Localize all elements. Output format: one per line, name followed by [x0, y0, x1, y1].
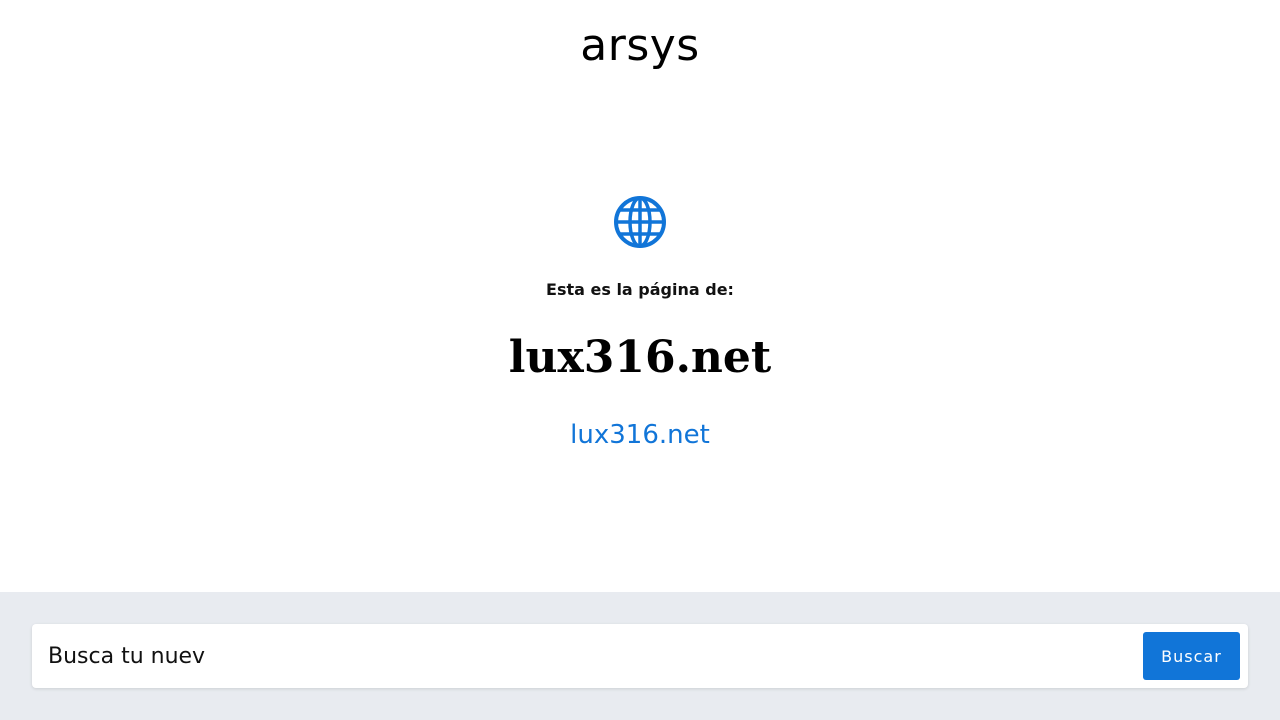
intro-text: Esta es la página de: — [546, 280, 734, 299]
globe-icon — [614, 196, 666, 248]
search-box: Buscar — [32, 624, 1248, 688]
domain-title: lux316.net — [508, 332, 772, 383]
footer: Buscar — [0, 592, 1280, 720]
domain-link[interactable]: lux316.net — [570, 420, 710, 450]
domain-search-input[interactable] — [48, 632, 1128, 680]
page: arsys Esta es la página de: lux316.net l… — [0, 0, 1280, 720]
header: arsys — [0, 0, 1280, 90]
search-button[interactable]: Buscar — [1143, 632, 1240, 680]
arsys-logo[interactable]: arsys — [0, 18, 1280, 74]
domain-link-wrapper: lux316.net — [0, 418, 1280, 452]
